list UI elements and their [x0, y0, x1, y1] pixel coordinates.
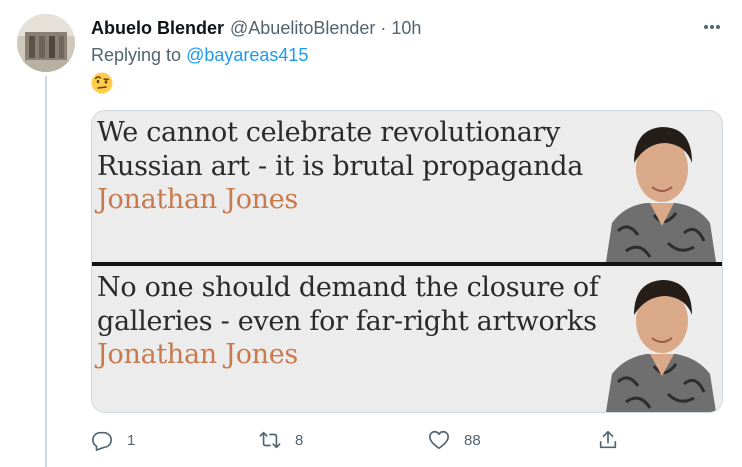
tweet-actions: 1 8 88	[91, 428, 651, 452]
timestamp[interactable]: 10h	[391, 18, 421, 39]
tweet-media[interactable]: We cannot celebrate revolutionary Russia…	[91, 110, 723, 413]
reply-count: 1	[127, 431, 136, 449]
byline: Jonathan Jones	[97, 339, 298, 370]
replying-to-link[interactable]: @bayareas415	[186, 45, 308, 65]
separator-dot: ·	[380, 17, 387, 38]
thread-line	[45, 76, 47, 467]
replying-to: Replying to @bayareas415	[91, 45, 308, 66]
headline-line: galleries - even for far-right artworks	[97, 306, 597, 337]
share-button[interactable]	[597, 428, 619, 452]
user-handle[interactable]: @AbuelitoBlender	[230, 18, 375, 39]
retweet-count: 8	[295, 431, 304, 449]
like-button[interactable]: 88	[428, 428, 481, 452]
heart-icon	[429, 430, 449, 450]
headline-text: We cannot celebrate revolutionary Russia…	[97, 116, 583, 184]
headline-line: Russian art - it is brutal propaganda	[97, 151, 584, 182]
byline: Jonathan Jones	[97, 184, 298, 215]
display-name[interactable]: Abuelo Blender	[91, 18, 224, 39]
like-count: 88	[464, 431, 481, 449]
retweet-icon	[259, 431, 281, 449]
more-icon	[704, 25, 720, 29]
reply-icon	[92, 431, 112, 451]
more-options-button[interactable]	[700, 15, 724, 39]
avatar[interactable]	[17, 14, 75, 72]
raised-eyebrow-icon	[91, 72, 113, 94]
headline-card: No one should demand the closure of gall…	[92, 266, 722, 412]
tweet-header: Abuelo Blender @AbuelitoBlender · 10h	[91, 17, 421, 39]
headline-text: No one should demand the closure of gall…	[97, 271, 599, 339]
replying-to-label: Replying to	[91, 45, 182, 65]
author-photo	[606, 280, 716, 412]
headline-card: We cannot celebrate revolutionary Russia…	[92, 111, 722, 262]
share-icon	[599, 430, 617, 449]
author-photo	[606, 127, 716, 262]
raised-eyebrow-emoji	[91, 72, 113, 94]
retweet-button[interactable]: 8	[259, 428, 303, 452]
avatar-image	[17, 14, 75, 72]
headline-line: No one should demand the closure of	[97, 272, 599, 303]
reply-button[interactable]: 1	[91, 428, 135, 452]
headline-line: We cannot celebrate revolutionary	[97, 117, 561, 148]
